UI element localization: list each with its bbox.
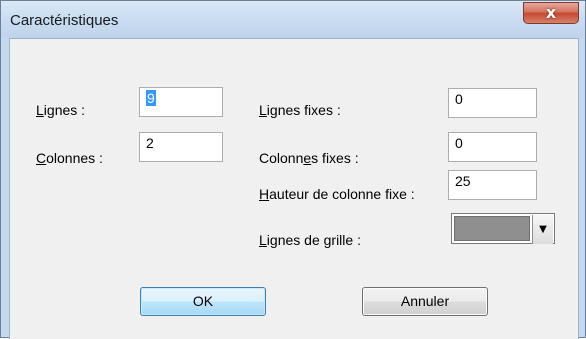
- colonnes-label: Colonnes :: [36, 150, 103, 166]
- colonnes-fixes-label: Colonnes fixes :: [259, 150, 359, 166]
- close-button[interactable]: x: [523, 2, 579, 24]
- dialog-window: Caractéristiques x Lignes : 9 Colonnes :…: [0, 0, 586, 339]
- dropdown-button[interactable]: ▼: [532, 215, 553, 244]
- lignes-input[interactable]: 9: [139, 87, 223, 117]
- chevron-down-icon: ▼: [539, 224, 547, 235]
- lignes-fixes-value: 0: [455, 91, 463, 107]
- lignes-fixes-input[interactable]: 0: [448, 88, 537, 118]
- colonnes-input[interactable]: 2: [139, 132, 223, 162]
- grid-color-swatch: [454, 216, 530, 241]
- lignes-label: Lignes :: [36, 102, 86, 118]
- hauteur-value: 25: [455, 173, 471, 189]
- colonnes-value: 2: [146, 135, 154, 151]
- ok-button[interactable]: OK: [140, 287, 266, 316]
- lignes-grille-label: Lignes de grille :: [259, 232, 361, 248]
- grid-color-select[interactable]: ▼: [451, 213, 555, 244]
- close-icon: x: [545, 3, 557, 22]
- hauteur-input[interactable]: 25: [448, 170, 537, 200]
- window-title: Caractéristiques: [10, 12, 119, 29]
- cancel-button[interactable]: Annuler: [362, 287, 488, 316]
- lignes-value: 9: [146, 90, 156, 106]
- lignes-fixes-label: Lignes fixes :: [259, 102, 341, 118]
- colonnes-fixes-input[interactable]: 0: [448, 132, 537, 162]
- colonnes-fixes-value: 0: [455, 135, 463, 151]
- dialog-body: Lignes : 9 Colonnes : 2 Lignes fixes : 0…: [9, 38, 579, 339]
- hauteur-label: Hauteur de colonne fixe :: [259, 186, 415, 202]
- title-bar[interactable]: Caractéristiques x: [1, 1, 585, 38]
